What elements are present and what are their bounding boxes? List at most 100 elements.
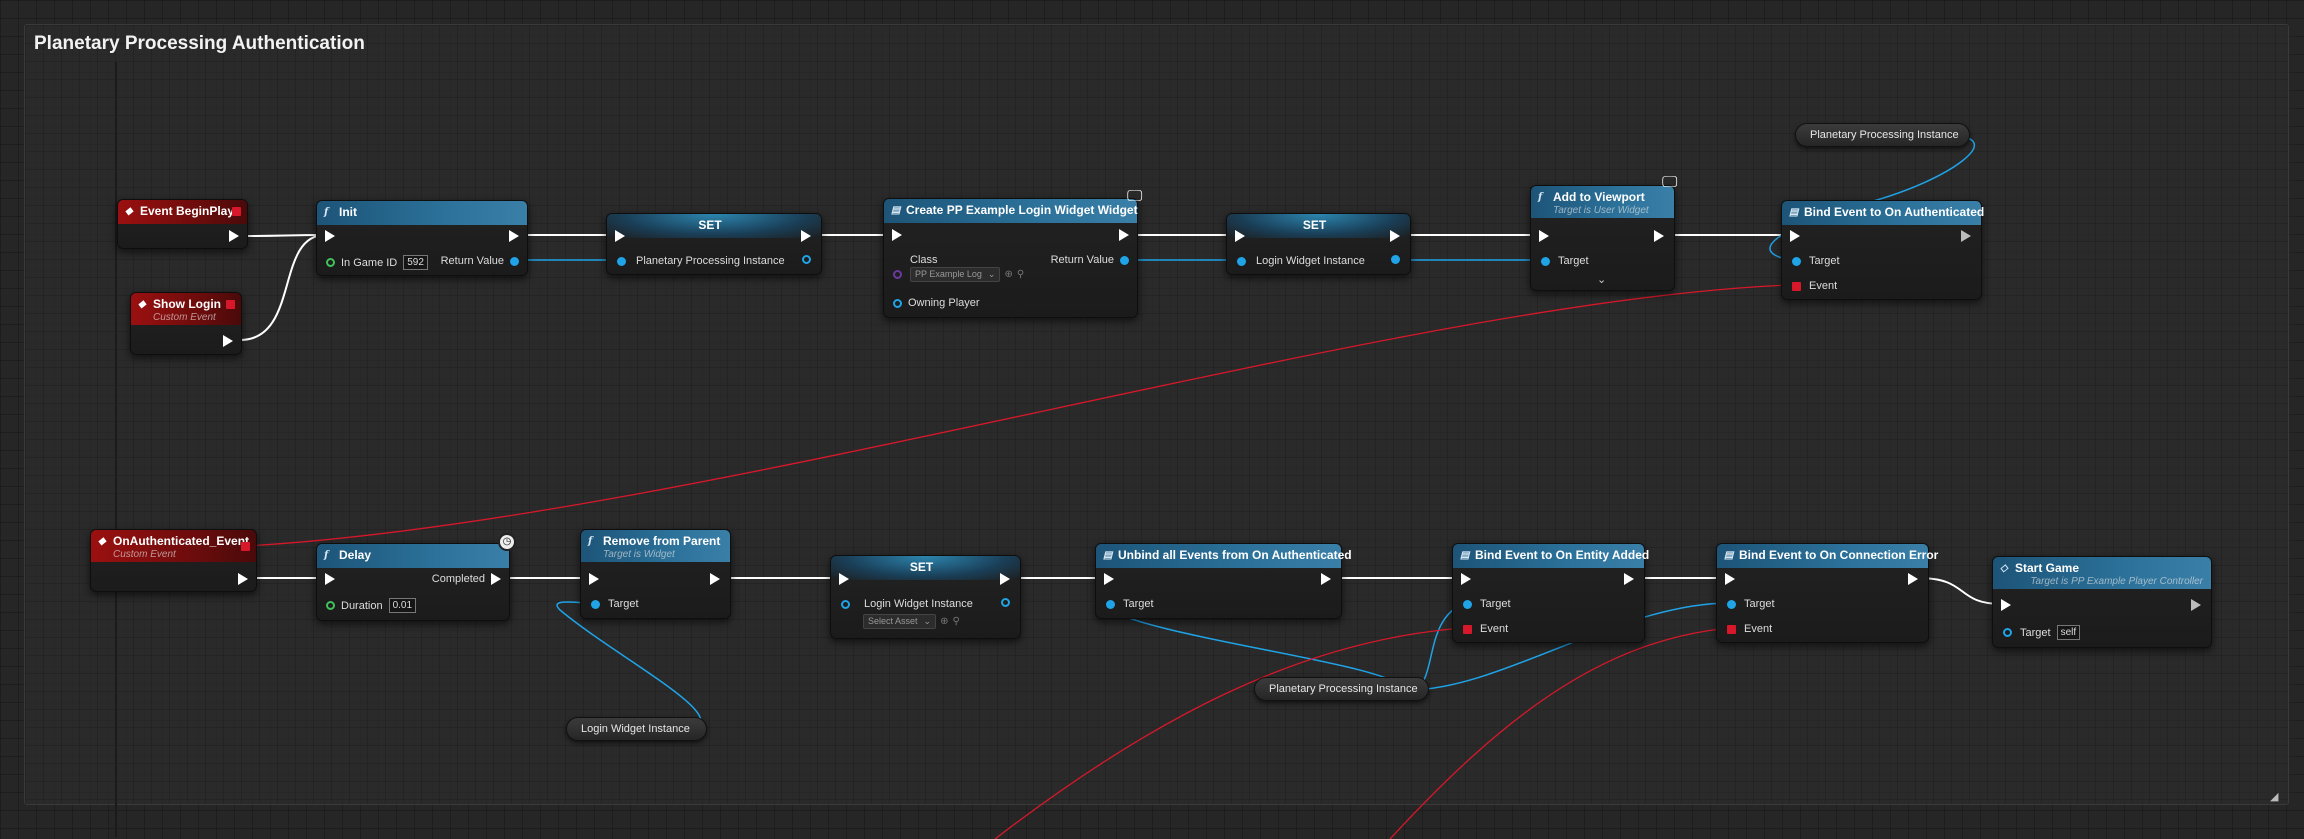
node-start-game[interactable]: ◇ Start Game Target is PP Example Player C… bbox=[1992, 556, 2212, 648]
select-asset-dropdown[interactable]: Select Asset ⌄ bbox=[863, 614, 937, 629]
float-in-pin[interactable] bbox=[326, 601, 335, 610]
exec-out-pin[interactable] bbox=[509, 230, 519, 242]
exec-in-pin[interactable] bbox=[325, 573, 335, 585]
pin-label: Duration bbox=[341, 599, 383, 612]
node-onauthenticated-event[interactable]: ◆ OnAuthenticated_Event Custom Event bbox=[90, 529, 257, 592]
node-set-login-widget-null[interactable]: SET Login Widget Instance Select Asset ⌄ ⊕… bbox=[830, 555, 1021, 639]
exec-in-pin[interactable] bbox=[615, 230, 625, 242]
target-pin[interactable] bbox=[591, 599, 600, 609]
return-value-pin[interactable] bbox=[1120, 255, 1129, 265]
delegate-out-pin[interactable] bbox=[226, 300, 235, 309]
exec-in-pin[interactable] bbox=[1725, 573, 1735, 585]
exec-out-pin[interactable] bbox=[1654, 230, 1664, 242]
node-init[interactable]: f Init In Game ID 592 Return Value bbox=[316, 200, 528, 276]
event-delegate-pin[interactable] bbox=[1727, 624, 1736, 634]
node-event-beginplay[interactable]: ◆ Event BeginPlay bbox=[117, 199, 248, 249]
object-in-pin[interactable] bbox=[617, 256, 626, 266]
class-select-dropdown[interactable]: PP Example Log ⌄ bbox=[910, 267, 1001, 282]
in-game-id-field[interactable]: 592 bbox=[403, 255, 428, 270]
target-pin[interactable] bbox=[1541, 256, 1550, 266]
object-out-pin[interactable] bbox=[1391, 255, 1400, 264]
exec-in-pin[interactable] bbox=[325, 230, 335, 242]
owning-player-pin[interactable] bbox=[893, 298, 902, 308]
exec-out-pin[interactable] bbox=[229, 230, 239, 242]
node-title: SET bbox=[909, 560, 934, 574]
node-unbind-on-authenticated[interactable]: ▤ Unbind all Events from On Authenticated… bbox=[1095, 543, 1352, 619]
exec-in-pin[interactable] bbox=[892, 229, 902, 241]
exec-in-pin[interactable] bbox=[1539, 230, 1549, 242]
event-diamond-icon: ◆ bbox=[138, 299, 146, 310]
node-subtitle: Custom Event bbox=[153, 312, 216, 323]
search-icon[interactable]: ⚲ bbox=[952, 616, 959, 627]
target-self-field[interactable]: self bbox=[2056, 625, 2081, 640]
delegate-out-pin[interactable] bbox=[232, 207, 241, 216]
exec-out-pin[interactable] bbox=[801, 230, 811, 242]
node-add-to-viewport[interactable]: f Add to Viewport Target is User Widget Ta… bbox=[1530, 185, 1675, 291]
exec-out-pin[interactable] bbox=[1321, 573, 1331, 585]
node-bind-on-authenticated[interactable]: ▤ Bind Event to On Authenticated Target E… bbox=[1781, 200, 1984, 300]
target-pin[interactable] bbox=[1106, 599, 1115, 609]
getter-login-widget-instance[interactable]: Login Widget Instance bbox=[566, 717, 707, 741]
class-select-value: PP Example Log bbox=[915, 269, 982, 279]
exec-out-pin[interactable] bbox=[223, 335, 233, 347]
exec-out-pin[interactable] bbox=[1390, 230, 1400, 242]
pin-label: Login Widget Instance bbox=[1256, 255, 1365, 267]
exec-out-pin[interactable] bbox=[710, 573, 720, 585]
exec-in-pin[interactable] bbox=[2001, 599, 2011, 611]
object-out-pin[interactable] bbox=[1001, 598, 1010, 607]
return-value-pin[interactable] bbox=[510, 256, 519, 266]
exec-out-pin[interactable] bbox=[491, 573, 501, 585]
pin-label: Completed bbox=[431, 573, 485, 585]
exec-out-pin[interactable] bbox=[1000, 573, 1010, 585]
node-set-login-widget[interactable]: SET Login Widget Instance bbox=[1226, 213, 1411, 275]
exec-out-pin[interactable] bbox=[238, 573, 248, 585]
node-title: Add to Viewport bbox=[1553, 190, 1645, 204]
node-bind-on-connection-error[interactable]: ▤ Bind Event to On Connection Error Targe… bbox=[1716, 543, 1938, 643]
exec-in-pin[interactable] bbox=[1104, 573, 1114, 585]
exec-out-pin[interactable] bbox=[1908, 573, 1918, 585]
getter-pp-instance-bottom[interactable]: Planetary Processing Instance bbox=[1254, 677, 1429, 701]
pin-label: Event bbox=[1809, 280, 1838, 292]
exec-in-pin[interactable] bbox=[839, 573, 849, 585]
delegate-wire bbox=[245, 284, 1791, 547]
exec-out-pin[interactable] bbox=[1961, 230, 1971, 242]
event-diamond-icon: ◆ bbox=[98, 536, 106, 547]
target-pin[interactable] bbox=[1463, 599, 1472, 609]
target-pin[interactable] bbox=[1792, 256, 1801, 266]
getter-pp-instance-top[interactable]: Planetary Processing Instance bbox=[1795, 123, 1970, 147]
int-in-pin[interactable] bbox=[326, 258, 335, 267]
exec-in-pin[interactable] bbox=[1235, 230, 1245, 242]
target-pin[interactable] bbox=[2003, 628, 2012, 637]
exec-in-pin[interactable] bbox=[1790, 230, 1800, 242]
node-title: Bind Event to On Entity Added bbox=[1475, 548, 1650, 562]
monitor-icon: 🖵 bbox=[1662, 174, 1678, 191]
exec-out-pin[interactable] bbox=[1119, 229, 1129, 241]
exec-in-pin[interactable] bbox=[589, 573, 599, 585]
target-pin[interactable] bbox=[1727, 599, 1736, 609]
object-in-pin[interactable] bbox=[1237, 256, 1246, 266]
node-set-pp-instance[interactable]: SET Planetary Processing Instance bbox=[606, 213, 822, 275]
node-create-widget[interactable]: ▤ Create PP Example Login Widget Widget C… bbox=[883, 198, 1138, 318]
pin-label: In Game ID bbox=[341, 256, 398, 269]
class-in-pin[interactable] bbox=[893, 270, 902, 279]
expand-chevron-icon[interactable]: ⌄ bbox=[1597, 273, 1606, 286]
exec-in-pin[interactable] bbox=[1461, 573, 1471, 585]
exec-wire bbox=[1917, 577, 2003, 605]
duration-field[interactable]: 0.01 bbox=[388, 598, 417, 613]
exec-out-pin[interactable] bbox=[2191, 599, 2201, 611]
object-in-pin[interactable] bbox=[841, 599, 850, 609]
clock-icon: ◷ bbox=[498, 533, 516, 551]
search-icon[interactable]: ⚲ bbox=[1017, 269, 1024, 280]
node-delay[interactable]: f Delay Completed Duration 0.01 bbox=[316, 543, 510, 621]
object-out-pin[interactable] bbox=[802, 255, 811, 264]
node-show-login[interactable]: ◆ Show Login Custom Event bbox=[130, 292, 242, 355]
browse-icon[interactable]: ⊕ bbox=[1004, 269, 1012, 280]
node-title: SET bbox=[1302, 218, 1327, 232]
delegate-out-pin[interactable] bbox=[241, 542, 250, 551]
exec-out-pin[interactable] bbox=[1624, 573, 1634, 585]
node-bind-on-entity-added[interactable]: ▤ Bind Event to On Entity Added Target Ev… bbox=[1452, 543, 1649, 643]
browse-icon[interactable]: ⊕ bbox=[940, 616, 948, 627]
event-delegate-pin[interactable] bbox=[1463, 624, 1472, 634]
event-delegate-pin[interactable] bbox=[1792, 281, 1801, 291]
node-remove-from-parent[interactable]: f Remove from Parent Target is Widget Targ… bbox=[580, 529, 731, 619]
